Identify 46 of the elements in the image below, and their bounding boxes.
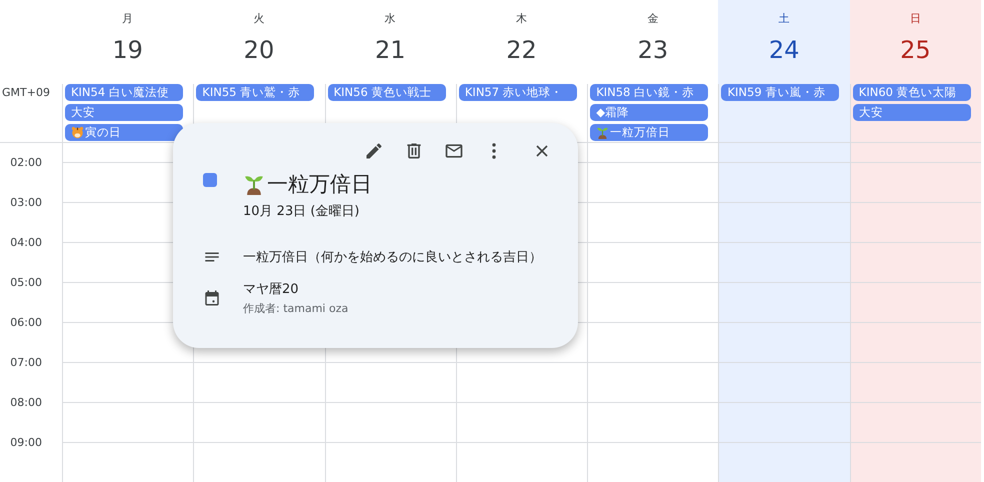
event-chip[interactable]: KIN58 白い鏡・赤: [590, 84, 708, 101]
weekday-label: 水: [384, 11, 396, 25]
time-label: 04:00: [10, 235, 42, 251]
date-number[interactable]: 19: [112, 36, 143, 64]
weekday-label: 月: [122, 11, 134, 25]
date-number[interactable]: 24: [768, 36, 800, 64]
sprout-icon: [243, 173, 265, 195]
date-number[interactable]: 22: [506, 36, 537, 64]
tiger-icon: [71, 126, 84, 139]
weekday-label: 土: [778, 11, 790, 25]
weekday-label: 日: [910, 11, 921, 25]
weekday-label: 金: [647, 11, 658, 25]
event-chip[interactable]: 一粒万倍日: [590, 124, 708, 141]
time-label: 03:00: [10, 195, 42, 211]
event-title: 一粒万倍日: [267, 171, 372, 198]
event-date: 10月 23日 (金曜日): [243, 203, 360, 220]
creator-label: 作成者: tamami oza: [243, 301, 348, 316]
date-number[interactable]: 23: [638, 36, 668, 64]
date-number[interactable]: 20: [244, 36, 274, 64]
time-label: 02:00: [10, 155, 42, 171]
event-chip[interactable]: ◆霜降: [590, 104, 708, 121]
sprout-icon: [596, 126, 610, 139]
event-description: 一粒万倍日（何かを始めるのに良いとされる吉日）: [243, 249, 542, 266]
pencil-icon: [364, 141, 384, 161]
time-label: 09:00: [10, 435, 42, 451]
more-icon: [492, 143, 496, 159]
timezone-label: GMT+09: [2, 86, 50, 99]
event-chip[interactable]: KIN54 白い魔法使: [65, 84, 183, 101]
date-number[interactable]: 21: [374, 36, 406, 64]
time-label: 05:00: [10, 275, 42, 291]
event-chip[interactable]: 大安: [65, 104, 183, 121]
event-chip[interactable]: 大安: [852, 104, 971, 121]
date-number[interactable]: 25: [900, 36, 931, 64]
time-label: 06:00: [10, 315, 42, 331]
event-chip[interactable]: 寅の日: [65, 124, 183, 141]
time-label: 07:00: [10, 355, 42, 371]
event-chip[interactable]: KIN59 青い嵐・赤: [721, 84, 840, 101]
event-chip[interactable]: KIN55 青い鷲・赤: [196, 84, 314, 101]
weekday-label: 木: [516, 11, 528, 25]
calendar-icon: [203, 289, 221, 307]
time-label: 08:00: [10, 395, 42, 411]
event-chip[interactable]: KIN60 黄色い太陽: [852, 84, 971, 101]
calendar-name: マヤ暦20: [243, 281, 300, 298]
event-chip[interactable]: KIN57 赤い地球・: [458, 84, 577, 101]
weekday-label: 火: [253, 11, 264, 25]
event-chip[interactable]: KIN56 黄色い戦士: [328, 84, 446, 101]
